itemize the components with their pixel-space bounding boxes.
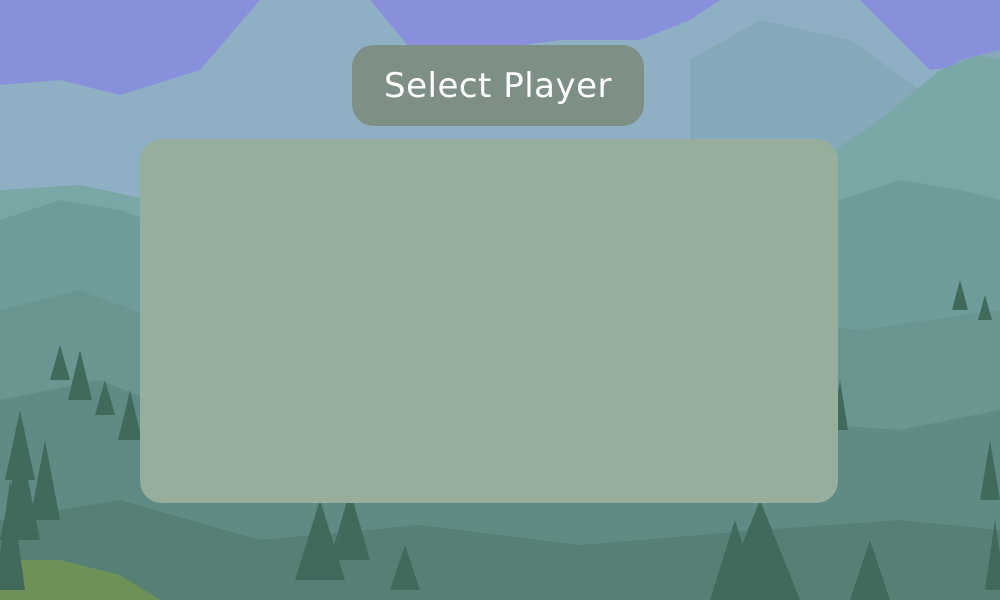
select-player-title-banner: Select Player — [352, 45, 644, 126]
player-list-panel[interactable] — [140, 139, 838, 503]
select-player-title: Select Player — [384, 65, 612, 106]
